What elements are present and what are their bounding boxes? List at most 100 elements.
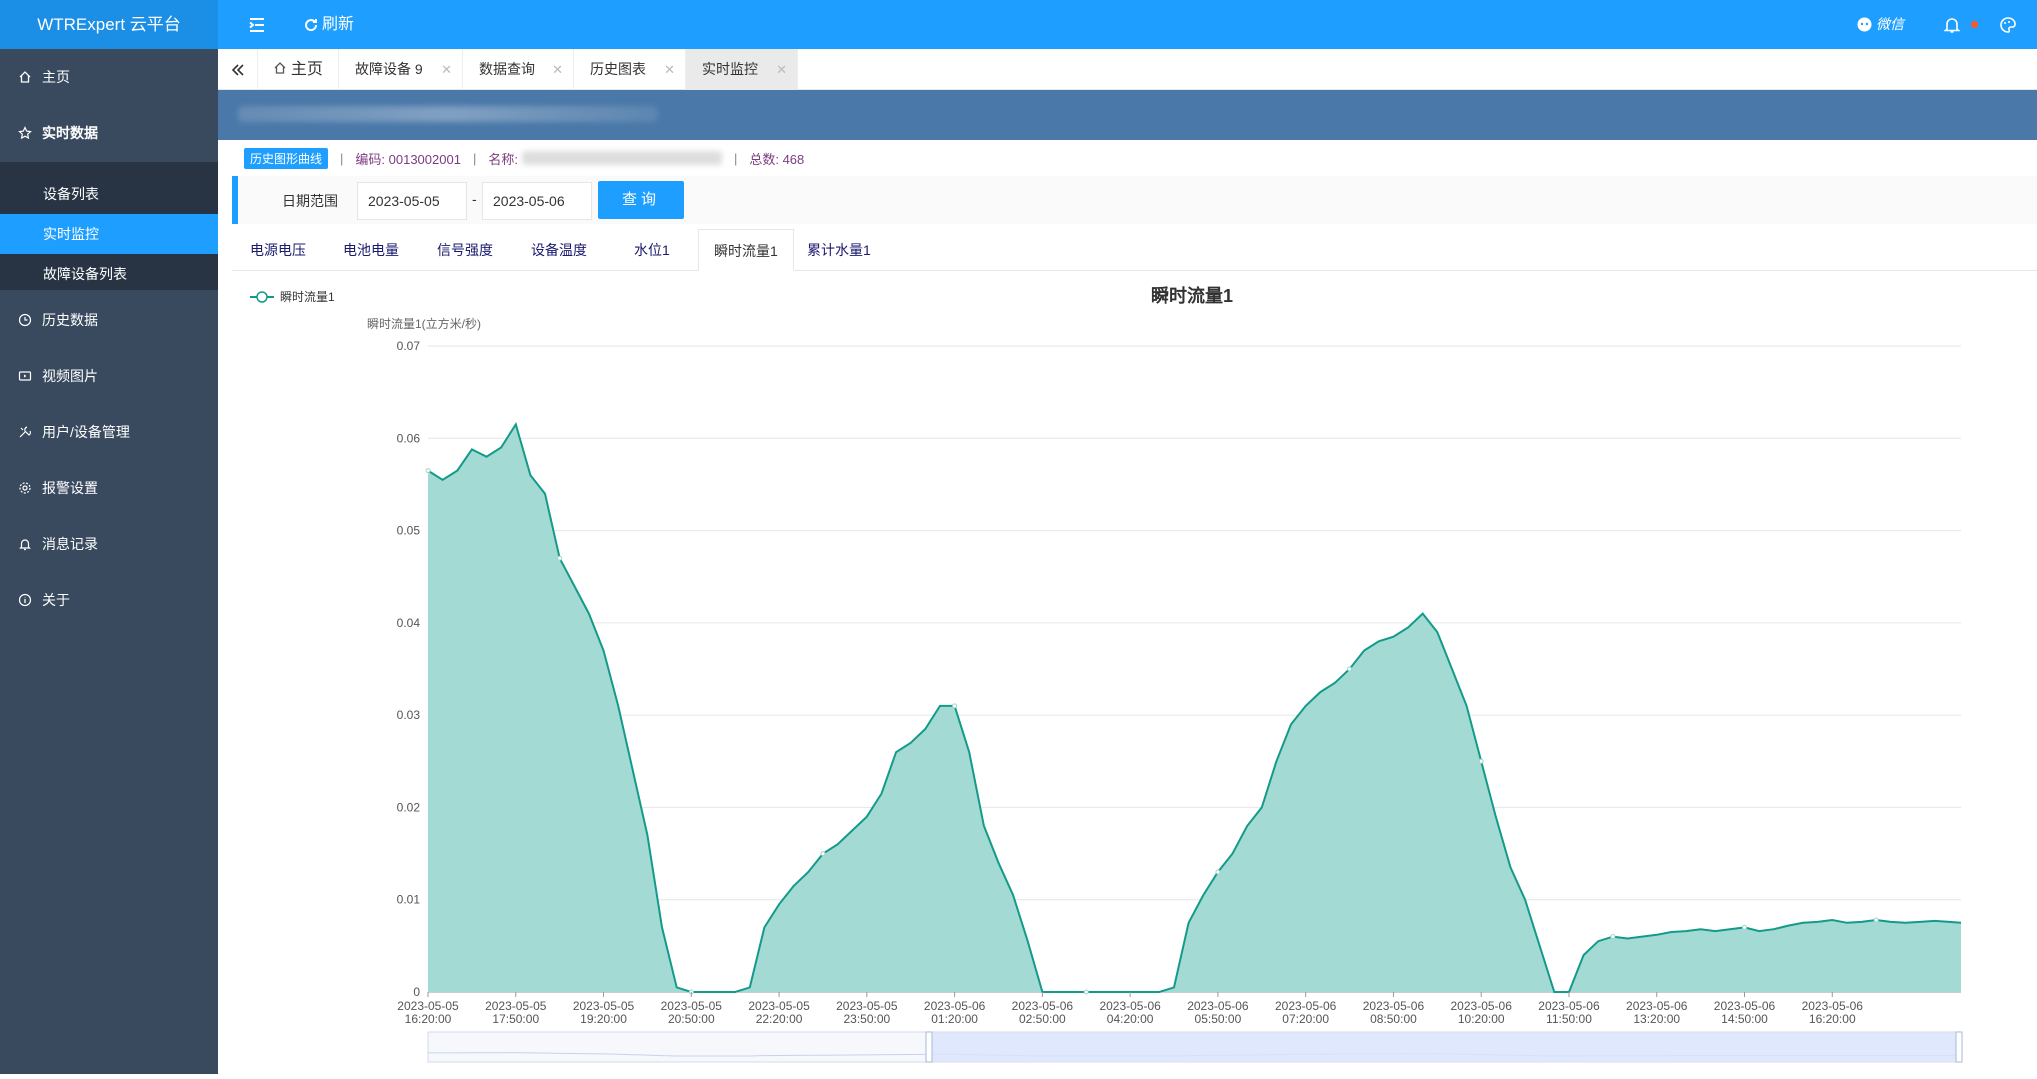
- y-tick-label: 0.02: [397, 800, 421, 814]
- date-range-label: 日期范围: [282, 193, 338, 209]
- refresh-button[interactable]: 刷新: [303, 13, 354, 37]
- close-icon[interactable]: ✕: [552, 49, 563, 90]
- tab-signal-strength[interactable]: 信号强度: [422, 229, 508, 271]
- x-tick-label: 08:50:00: [1370, 1012, 1417, 1026]
- device-title-band: [218, 90, 2037, 140]
- zoom-selection: [930, 1032, 1960, 1062]
- brand-logo: WTRExpert 云平台: [0, 0, 218, 49]
- sidebar-item-label: 历史数据: [42, 312, 98, 328]
- x-tick-label: 2023-05-05: [573, 999, 635, 1013]
- chart-grid: [428, 345, 1961, 993]
- notification-bell-icon[interactable]: [1942, 15, 1962, 35]
- tab-battery-level[interactable]: 电池电量: [328, 229, 414, 271]
- tab-power-voltage[interactable]: 电源电压: [235, 229, 321, 271]
- y-tick-label: 0.07: [397, 339, 421, 353]
- y-tick-label: 0: [413, 985, 420, 999]
- x-tick-label: 2023-05-06: [1714, 999, 1776, 1013]
- y-tick-label: 0.03: [397, 708, 421, 722]
- x-tick-label: 2023-05-06: [1099, 999, 1161, 1013]
- instant-flow-chart[interactable]: 0 0.01 0.02 0.03 0.04 0.05 0.06 0.07 2023-05-05…: [232, 272, 2037, 1074]
- sidebar-item-realtime[interactable]: 实时数据: [0, 105, 218, 161]
- device-name-label: 名称:: [488, 151, 518, 167]
- x-tick-label: 11:50:00: [1546, 1012, 1592, 1026]
- sidebar-item-label: 报警设置: [42, 480, 98, 496]
- tab-device-temperature[interactable]: 设备温度: [516, 229, 602, 271]
- sidebar-item-messages[interactable]: 消息记录: [0, 516, 218, 572]
- close-icon[interactable]: ✕: [776, 49, 787, 90]
- chart-panel: 0 0.01 0.02 0.03 0.04 0.05 0.06 0.07 2023-05-05…: [232, 272, 2037, 1074]
- sidebar-item-about[interactable]: 关于: [0, 572, 218, 628]
- query-button[interactable]: 查询: [598, 181, 684, 219]
- x-tick-label: 2023-05-05: [661, 999, 723, 1013]
- sidebar-item-history[interactable]: 历史数据: [0, 292, 218, 348]
- sidebar-item-user-device-mgmt[interactable]: 用户/设备管理: [0, 404, 218, 460]
- sidebar-submenu: 设备列表 实时监控 故障设备列表: [0, 162, 218, 290]
- tab-label: 主页: [290, 61, 323, 78]
- gear-icon: [19, 482, 31, 494]
- tab-realtime-monitor[interactable]: 实时监控 ✕: [686, 49, 798, 90]
- tabs-scroll-left-button[interactable]: [218, 49, 258, 90]
- x-tick-label: 16:20:00: [1809, 1012, 1856, 1026]
- x-tick-label: 05:50:00: [1195, 1012, 1242, 1026]
- bell-icon: [19, 539, 31, 551]
- double-chevron-left-icon: [231, 63, 244, 76]
- tab-cumulative-water-1[interactable]: 累计水量1: [792, 229, 886, 271]
- y-axis-ticks: 0 0.01 0.02 0.03 0.04 0.05 0.06 0.07: [397, 339, 421, 999]
- sidebar-item-label: 消息记录: [42, 536, 98, 552]
- end-date-input[interactable]: 2023-05-06: [482, 182, 592, 220]
- legend-marker: [256, 291, 268, 303]
- sidebar-item-home[interactable]: 主页: [0, 49, 218, 105]
- data-point: [557, 555, 563, 561]
- sidebar-item-label: 实时数据: [42, 125, 98, 141]
- home-icon: [19, 71, 31, 83]
- x-tick-label: 2023-05-06: [1626, 999, 1688, 1013]
- series-line: [427, 421, 1962, 993]
- x-tick-label: 2023-05-06: [924, 999, 986, 1013]
- sidebar-item-label: 关于: [42, 592, 70, 608]
- x-tick-label: 19:20:00: [580, 1012, 627, 1026]
- wechat-link[interactable]: 微信: [1857, 14, 1904, 34]
- sidebar-item-alarm-settings[interactable]: 报警设置: [0, 460, 218, 516]
- x-tick-label: 07:20:00: [1282, 1012, 1329, 1026]
- sidebar-subitem-device-list[interactable]: 设备列表: [0, 174, 218, 214]
- data-point: [1347, 666, 1353, 672]
- x-tick-label: 2023-05-06: [1538, 999, 1600, 1013]
- data-point: [1873, 917, 1879, 923]
- x-tick-label: 16:20:00: [405, 1012, 452, 1026]
- tab-fault-devices[interactable]: 故障设备 9 ✕: [339, 49, 463, 90]
- tab-data-query[interactable]: 数据查询 ✕: [463, 49, 574, 90]
- x-tick-label: 2023-05-06: [1802, 999, 1864, 1013]
- x-tick-label: 20:50:00: [668, 1012, 715, 1026]
- tab-instant-flow-1[interactable]: 瞬时流量1: [698, 229, 794, 271]
- home-icon: [274, 62, 286, 74]
- tab-water-level-1[interactable]: 水位1: [619, 229, 685, 271]
- start-date-input[interactable]: 2023-05-05: [357, 182, 467, 220]
- sidebar-item-video[interactable]: 视频图片: [0, 348, 218, 404]
- x-tick-label: 02:50:00: [1019, 1012, 1066, 1026]
- sidebar-item-label: 视频图片: [42, 368, 98, 384]
- tab-label: 故障设备 9: [355, 61, 423, 77]
- close-icon[interactable]: ✕: [664, 49, 675, 90]
- top-bar: WTRExpert 云平台 刷新 微信: [0, 0, 2037, 49]
- zoom-handle-right: [1955, 1031, 1963, 1063]
- x-tick-label: 14:50:00: [1721, 1012, 1768, 1026]
- chart-title: 瞬时流量1: [1151, 285, 1233, 306]
- data-zoom-slider[interactable]: [427, 1031, 1963, 1063]
- legend[interactable]: 瞬时流量1: [250, 290, 335, 304]
- sidebar-subitem-fault-devices[interactable]: 故障设备列表: [0, 254, 218, 294]
- date-filter-row: 日期范围 2023-05-05 - 2023-05-06 查询: [232, 176, 2037, 224]
- device-code: 编码: 0013002001: [355, 151, 461, 167]
- sidebar-subitem-realtime-monitor[interactable]: 实时监控: [0, 214, 218, 254]
- menu-toggle-icon[interactable]: [246, 14, 268, 36]
- theme-palette-icon[interactable]: [1998, 15, 2018, 35]
- data-point: [1742, 924, 1748, 930]
- tab-home[interactable]: 主页: [259, 49, 339, 90]
- x-tick-label: 2023-05-06: [1363, 999, 1425, 1013]
- x-axis-ticks: 2023-05-0516:20:002023-05-0517:50:002023…: [397, 992, 1863, 1026]
- data-point: [425, 468, 431, 474]
- close-icon[interactable]: ✕: [441, 49, 452, 90]
- wechat-label: 微信: [1876, 16, 1904, 32]
- tab-history-chart[interactable]: 历史图表 ✕: [574, 49, 686, 90]
- sidebar-item-label: 用户/设备管理: [42, 424, 130, 440]
- star-icon: [18, 126, 32, 140]
